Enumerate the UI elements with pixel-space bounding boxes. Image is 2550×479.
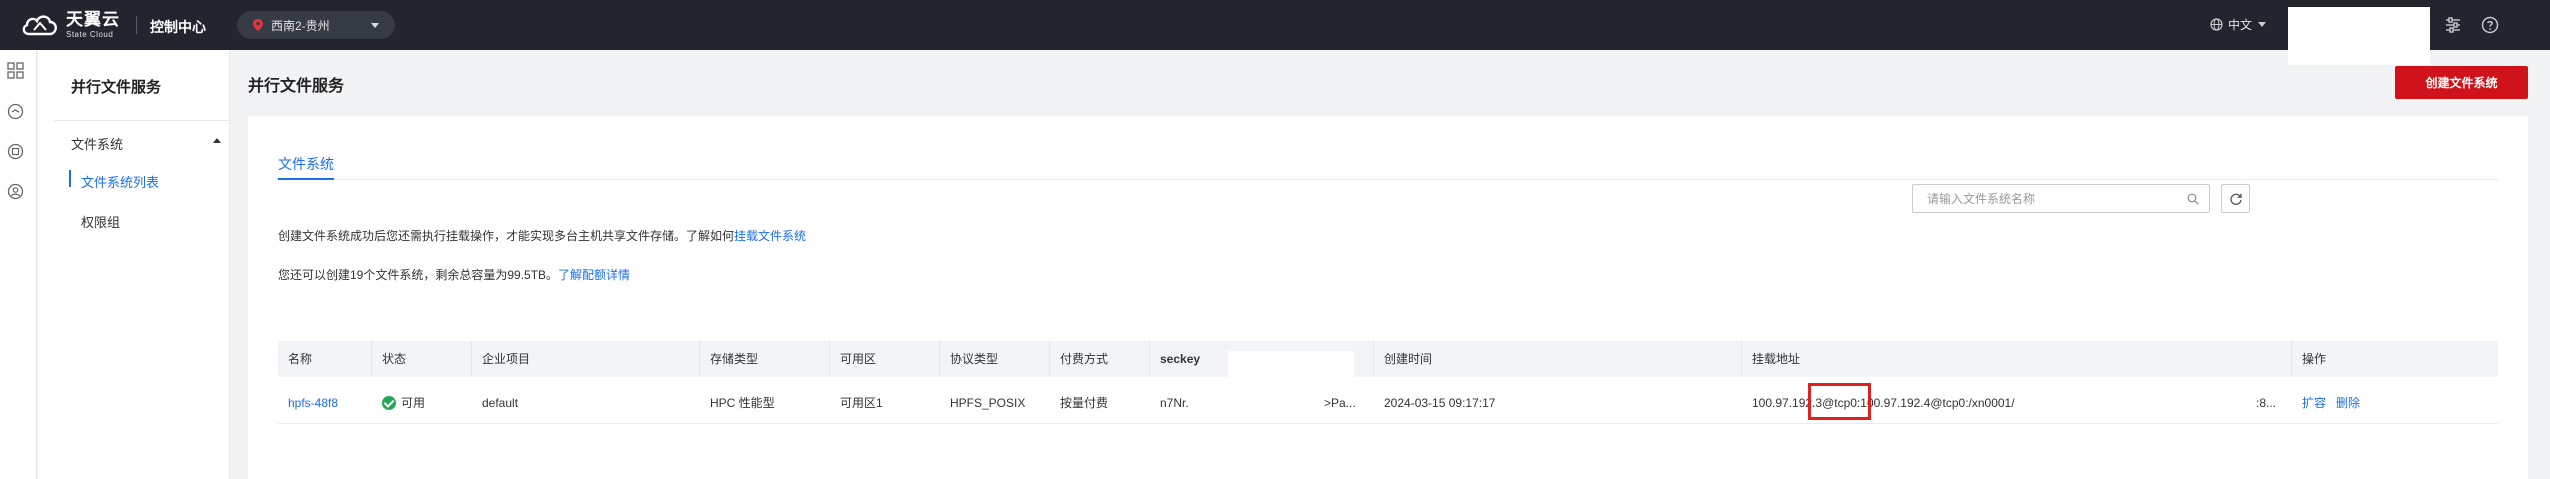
sidebar-divider — [54, 120, 230, 121]
cell-created: 2024-03-15 09:17:17 — [1384, 396, 1496, 410]
mount-tip: 创建文件系统成功后您还需执行挂载操作，才能实现多台主机共享文件存储。了解如何挂载… — [278, 227, 806, 244]
column-header-mount-address: 挂载地址 — [1742, 341, 2292, 377]
sidebar-title: 并行文件服务 — [71, 79, 162, 96]
table-row: hpfs-48f8 可用 default HPC 性能型 可用区1 HPFS_P… — [278, 382, 2498, 424]
column-header-billing: 付费方式 — [1050, 341, 1150, 377]
cell-storage-type: HPC 性能型 — [710, 396, 775, 410]
check-circle-icon — [382, 395, 396, 410]
header-divider — [136, 16, 137, 34]
chevron-down-icon — [371, 23, 379, 28]
user-circle-icon[interactable] — [7, 183, 24, 200]
sidebar-group-label: 文件系统 — [71, 137, 124, 152]
settings-sliders-icon[interactable] — [2444, 16, 2462, 34]
column-header-project: 企业项目 — [472, 341, 700, 377]
cell-seckey-end: >Pa... — [1324, 396, 1356, 410]
refresh-icon — [2229, 193, 2242, 205]
storage-icon[interactable] — [7, 143, 24, 160]
active-indicator — [69, 170, 71, 187]
column-header-zone: 可用区 — [830, 341, 940, 377]
column-header-name: 名称 — [278, 341, 372, 377]
cell-project: default — [482, 396, 519, 410]
logo-text-cn: 天翼云 — [66, 10, 120, 29]
column-header-actions: 操作 — [2302, 352, 2327, 366]
expand-capacity-link[interactable]: 扩容 — [2302, 396, 2326, 410]
content-card: 文件系统 创建文件系统成功后您还需执行挂载操作，才能实现多台主机共享文件存储。了… — [248, 116, 2528, 479]
create-file-system-button[interactable]: 创建文件系统 — [2395, 66, 2528, 99]
search-box[interactable] — [1912, 184, 2210, 213]
column-header-status: 状态 — [372, 341, 472, 377]
cell-actions: 扩容 删除 — [2292, 382, 2498, 424]
cell-zone: 可用区1 — [840, 396, 883, 410]
chevron-down-icon — [2258, 22, 2267, 27]
console-title[interactable]: 控制中心 — [150, 17, 206, 37]
sidebar-item-permission-group[interactable]: 权限组 — [81, 212, 120, 231]
quota-tip-text: 您还可以创建19个文件系统，剩余总容量为99.5TB。 — [278, 268, 559, 282]
globe-icon — [2210, 18, 2223, 31]
help-icon[interactable] — [2481, 16, 2499, 34]
redaction-mask — [1228, 351, 1354, 377]
cell-seckey: n7Nr. — [1160, 396, 1189, 410]
tab-bar: 文件系统 — [278, 154, 2498, 180]
mount-tip-text: 创建文件系统成功后您还需执行挂载操作，才能实现多台主机共享文件存储。了解如何 — [278, 229, 735, 243]
delete-link[interactable]: 删除 — [2336, 396, 2360, 410]
page-title: 并行文件服务 — [248, 78, 345, 95]
region-selector[interactable]: 西南2-贵州 — [237, 11, 395, 39]
column-header-created: 创建时间 — [1374, 341, 1742, 377]
quota-tip: 您还可以创建19个文件系统，剩余总容量为99.5TB。了解配额详情 — [278, 266, 630, 283]
sidebar-group-file-system[interactable]: 文件系统 — [71, 134, 221, 153]
refresh-button[interactable] — [2221, 184, 2250, 213]
table-header: 名称 状态 企业项目 存储类型 可用区 协议类型 付费方式 seckey 创建时… — [278, 341, 2498, 377]
cloud-logo-icon — [22, 15, 57, 36]
column-header-storage-type: 存储类型 — [700, 341, 830, 377]
cell-billing: 按量付费 — [1060, 396, 1109, 410]
sidebar: 并行文件服务 文件系统 文件系统列表 权限组 — [38, 50, 230, 479]
mount-file-system-link[interactable]: 挂载文件系统 — [734, 229, 806, 243]
column-header-protocol: 协议类型 — [940, 341, 1050, 377]
cell-mount-address: 100.97.192.3@tcp0:100.97.192.4@tcp0:/xn0… — [1752, 396, 2015, 410]
language-label: 中文 — [2228, 18, 2253, 32]
status-label: 可用 — [401, 396, 426, 410]
cell-name: hpfs-48f8 — [278, 382, 372, 424]
chevron-up-icon — [213, 138, 221, 143]
language-selector[interactable]: 中文 — [2210, 16, 2267, 33]
tab-file-system[interactable]: 文件系统 — [278, 154, 334, 180]
cell-mount-tail: :8... — [2256, 396, 2277, 410]
file-system-name-link[interactable]: hpfs-48f8 — [288, 396, 338, 410]
cell-status: 可用 — [372, 382, 472, 424]
region-label: 西南2-贵州 — [271, 18, 330, 33]
quota-details-link[interactable]: 了解配额详情 — [558, 268, 630, 282]
location-pin-icon — [253, 19, 263, 31]
sidebar-item-file-system-list[interactable]: 文件系统列表 — [81, 172, 159, 191]
icon-rail — [0, 50, 37, 479]
highlight-box — [1808, 383, 1871, 420]
logo[interactable]: 天翼云 State Cloud — [20, 10, 120, 40]
grid-icon[interactable] — [7, 62, 24, 79]
service-icon[interactable] — [7, 103, 24, 120]
user-account-area[interactable] — [2288, 7, 2430, 65]
logo-text-en: State Cloud — [66, 30, 114, 39]
top-navigation-bar: 天翼云 State Cloud 控制中心 西南2-贵州 中文 — [0, 0, 2550, 65]
search-input[interactable] — [1927, 191, 2177, 206]
cell-protocol: HPFS_POSIX — [950, 396, 1026, 410]
search-icon[interactable] — [2187, 193, 2199, 205]
